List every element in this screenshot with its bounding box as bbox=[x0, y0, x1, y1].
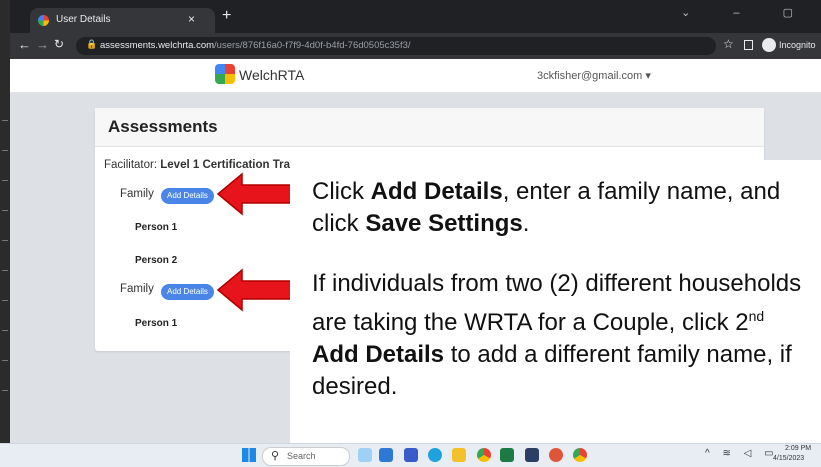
user-menu[interactable]: 3ckfisher@gmail.com ▾ bbox=[537, 69, 651, 82]
facilitator-prefix: Facilitator: bbox=[104, 159, 161, 171]
instruction-text: If individuals from two (2) different ho… bbox=[312, 270, 802, 336]
instruction-emphasis: Save Settings bbox=[365, 210, 523, 237]
person-item[interactable]: Person 2 bbox=[135, 255, 177, 266]
new-tab-button[interactable]: + bbox=[222, 7, 231, 25]
person-item[interactable]: Person 1 bbox=[135, 222, 177, 233]
teams-icon[interactable] bbox=[379, 448, 393, 462]
edge-icon[interactable] bbox=[428, 448, 442, 462]
search-label: Search bbox=[287, 451, 316, 461]
lock-icon: 🔒 bbox=[86, 39, 98, 49]
bookmark-star-icon[interactable]: ☆ bbox=[723, 37, 734, 51]
person-item[interactable]: Person 1 bbox=[135, 318, 177, 329]
facilitator-name: Level 1 Certification Tra bbox=[160, 159, 290, 171]
family-label: Family bbox=[120, 283, 154, 295]
windows-taskbar: ⚲ Search ^ ≋ ◁ ▭ 2:09 PM 4/15/2023 bbox=[0, 443, 821, 467]
tab-user-details[interactable]: User Details × bbox=[30, 8, 215, 33]
background-window-edge bbox=[0, 0, 10, 466]
brand-name[interactable]: WelchRTA bbox=[239, 67, 304, 83]
left-arrow-icon bbox=[216, 172, 295, 216]
welchrta-favicon-icon bbox=[38, 15, 49, 26]
address-bar[interactable]: 🔒 assessments.welchrta.com/users/876f16a… bbox=[76, 37, 716, 55]
page-title: Assessments bbox=[108, 117, 218, 136]
system-tray-icons[interactable]: ^ ≋ ◁ ▭ bbox=[705, 448, 779, 459]
back-arrow-icon[interactable]: ← bbox=[18, 37, 31, 52]
instruction-text: . bbox=[522, 210, 530, 237]
url-text[interactable]: assessments.welchrta.com/users/876f16a0-… bbox=[100, 40, 411, 51]
url-domain: assessments.welchrta.com bbox=[100, 40, 215, 51]
app-icon[interactable] bbox=[525, 448, 539, 462]
family-label: Family bbox=[120, 188, 154, 200]
instruction-step-1: Click Add Details, enter a family name, … bbox=[312, 176, 802, 240]
instruction-superscript: nd bbox=[748, 308, 765, 324]
tab-title: User Details bbox=[56, 14, 111, 25]
facilitator-line: Facilitator: Level 1 Certification Tra bbox=[104, 159, 290, 171]
instruction-step-2: If individuals from two (2) different ho… bbox=[312, 268, 812, 403]
browser-toolbar: ← → ↻ 🔒 assessments.welchrta.com/users/8… bbox=[10, 33, 821, 59]
browser-tab-bar: User Details × + ⌄ – ▢ bbox=[10, 0, 821, 33]
instruction-callout: Click Add Details, enter a family name, … bbox=[290, 160, 821, 443]
instruction-emphasis: Add Details bbox=[370, 178, 503, 205]
add-details-button[interactable]: Add Details bbox=[161, 284, 214, 300]
close-icon[interactable]: × bbox=[188, 12, 195, 26]
clock-date[interactable]: 4/15/2023 bbox=[773, 455, 804, 462]
site-header: WelchRTA 3ckfisher@gmail.com ▾ bbox=[10, 59, 821, 93]
instruction-text: Click bbox=[312, 178, 371, 205]
widgets-icon[interactable] bbox=[358, 448, 372, 462]
incognito-icon[interactable] bbox=[762, 38, 776, 52]
window-controls[interactable]: ⌄ – ▢ bbox=[681, 6, 813, 19]
reload-icon[interactable]: ↻ bbox=[54, 37, 64, 51]
chrome-icon[interactable] bbox=[573, 448, 587, 462]
side-panel-icon[interactable] bbox=[744, 40, 753, 50]
app-icon[interactable] bbox=[549, 448, 563, 462]
excel-icon[interactable] bbox=[500, 448, 514, 462]
clock-time[interactable]: 2:09 PM bbox=[785, 445, 811, 452]
file-explorer-icon[interactable] bbox=[452, 448, 466, 462]
windows-start-icon[interactable] bbox=[242, 448, 256, 462]
add-details-button[interactable]: Add Details bbox=[161, 188, 214, 204]
taskbar-search[interactable]: ⚲ Search bbox=[262, 447, 350, 466]
card-header: Assessments bbox=[95, 108, 764, 147]
welchrta-logo[interactable] bbox=[215, 64, 235, 84]
forward-arrow-icon[interactable]: → bbox=[36, 37, 49, 52]
chrome-icon[interactable] bbox=[477, 448, 491, 462]
left-arrow-icon bbox=[216, 268, 295, 312]
instruction-emphasis: Add Details bbox=[312, 341, 445, 368]
word-icon[interactable] bbox=[404, 448, 418, 462]
search-icon: ⚲ bbox=[271, 450, 280, 462]
incognito-label: Incognito bbox=[779, 40, 816, 50]
url-path: /users/876f16a0-f7f9-4d0f-b4fd-76d0505c3… bbox=[214, 40, 411, 51]
